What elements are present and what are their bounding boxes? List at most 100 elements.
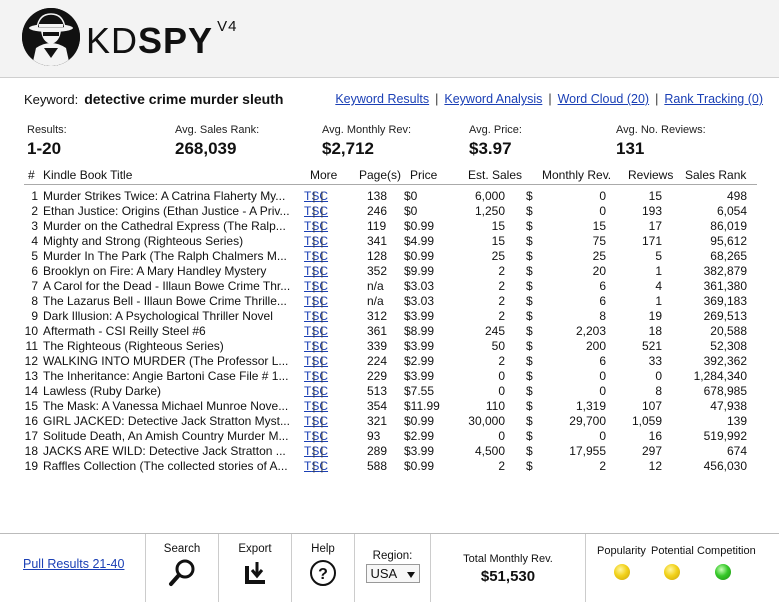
price: $3.99 [404, 309, 435, 323]
pull-results-link[interactable]: Pull Results 21-40 [23, 557, 124, 571]
col-num[interactable]: # [28, 168, 35, 182]
table-row: 1 Murder Strikes Twice: A Catrina Flahert… [24, 189, 757, 204]
book-title[interactable]: Mighty and Strong (Righteous Series) [43, 234, 296, 249]
table-row: 6 Brooklyn on Fire: A Mary Handley Myster… [24, 264, 757, 279]
sales-rank: 47,938 [710, 399, 747, 413]
est-sales: 6,000 [474, 189, 505, 203]
sales-rank: 52,308 [710, 339, 747, 353]
col-monthly-rev[interactable]: Monthly Rev. [542, 168, 611, 182]
book-title[interactable]: Murder Strikes Twice: A Catrina Flaherty… [43, 189, 296, 204]
more-links: T | S | C [304, 219, 329, 233]
table-row: 9 Dark Illusion: A Psychological Thriller… [24, 309, 757, 324]
book-title[interactable]: Dark Illusion: A Psychological Thriller … [43, 309, 296, 324]
col-sales-rank[interactable]: Sales Rank [685, 168, 746, 182]
help-button[interactable]: Help ? [292, 534, 355, 602]
sales-rank: 95,612 [710, 234, 747, 248]
region-select[interactable]: USA [365, 564, 420, 583]
book-title[interactable]: WALKING INTO MURDER (The Professor L... [43, 354, 296, 369]
row-number: 2 [31, 204, 38, 218]
est-sales: 2 [498, 459, 505, 473]
col-title[interactable]: Kindle Book Title [43, 168, 132, 182]
monthly-rev: 2,203 [575, 324, 606, 338]
book-title[interactable]: Brooklyn on Fire: A Mary Handley Mystery [43, 264, 296, 279]
est-sales: 50 [491, 339, 505, 353]
link-keyword-results[interactable]: Keyword Results [335, 92, 429, 106]
row-number: 12 [24, 354, 38, 368]
more-links: T | S | C [304, 369, 329, 383]
book-title[interactable]: Raffles Collection (The collected storie… [43, 459, 296, 474]
page-count: 93 [367, 429, 381, 443]
keyword-line: Keyword: detective crime murder sleuth [24, 91, 283, 107]
table-row: 7 A Carol for the Dead - Illaun Bowe Crim… [24, 279, 757, 294]
review-count: 16 [648, 429, 662, 443]
more-links: T | S | C [304, 294, 329, 308]
table-row: 5 Murder In The Park (The Ralph Chalmers … [24, 249, 757, 264]
book-title[interactable]: The Lazarus Bell - Illaun Bowe Crime Thr… [43, 294, 296, 309]
review-count: 17 [648, 219, 662, 233]
page-count: 224 [367, 354, 388, 368]
col-est-sales[interactable]: Est. Sales [468, 168, 522, 182]
book-title[interactable]: JACKS ARE WILD: Detective Jack Stratton … [43, 444, 296, 459]
row-number: 13 [24, 369, 38, 383]
currency-symbol: $ [526, 204, 533, 218]
book-title[interactable]: Ethan Justice: Origins (Ethan Justice - … [43, 204, 296, 219]
book-title[interactable]: Solitude Death, An Amish Country Murder … [43, 429, 296, 444]
link-keyword-analysis[interactable]: Keyword Analysis [444, 92, 542, 106]
row-number: 16 [24, 414, 38, 428]
row-number: 3 [31, 219, 38, 233]
currency-symbol: $ [526, 339, 533, 353]
col-pages[interactable]: Page(s) [359, 168, 401, 182]
table-row: 12 WALKING INTO MURDER (The Professor L..… [24, 354, 757, 369]
book-title[interactable]: GIRL JACKED: Detective Jack Stratton Mys… [43, 414, 296, 429]
page-count: 361 [367, 324, 388, 338]
book-title[interactable]: The Inheritance: Angie Bartoni Case File… [43, 369, 296, 384]
book-title[interactable]: The Mask: A Vanessa Michael Munroe Nove.… [43, 399, 296, 414]
monthly-rev: 2 [599, 459, 606, 473]
book-title[interactable]: The Righteous (Righteous Series) [43, 339, 296, 354]
brand-name: KDSPY V4 [86, 18, 238, 61]
currency-symbol: $ [526, 294, 533, 308]
stat-avg-price: Avg. Price: $3.97 [469, 124, 522, 158]
spy-logo-icon [22, 8, 80, 66]
table-row: 3 Murder on the Cathedral Express (The Ra… [24, 219, 757, 234]
price: $7.55 [404, 384, 435, 398]
review-count: 193 [641, 204, 662, 218]
book-title[interactable]: Aftermath - CSI Reilly Steel #6 [43, 324, 296, 339]
monthly-rev: 25 [592, 249, 606, 263]
table-row: 14 Lawless (Ruby Darke) T | S | C 513 $7.55 0 $0 8 6… [24, 384, 757, 399]
review-count: 12 [648, 459, 662, 473]
region-label: Region: [372, 550, 413, 562]
monthly-rev: 200 [585, 339, 606, 353]
more-links: T | S | C [304, 189, 329, 203]
currency-symbol: $ [526, 189, 533, 203]
region-value: USA [370, 566, 398, 581]
link-word-cloud[interactable]: Word Cloud (20) [558, 92, 649, 106]
book-title[interactable]: A Carol for the Dead - Illaun Bowe Crime… [43, 279, 296, 294]
monthly-rev: 6 [599, 354, 606, 368]
review-count: 18 [648, 324, 662, 338]
price: $0.99 [404, 219, 435, 233]
sales-rank: 6,054 [716, 204, 747, 218]
top-nav-links: Keyword Results | Keyword Analysis | Word Cl… [335, 92, 763, 106]
review-count: 33 [648, 354, 662, 368]
col-reviews[interactable]: Reviews [628, 168, 673, 182]
link-rank-tracking[interactable]: Rank Tracking (0) [664, 92, 763, 106]
more-links: T | S | C [304, 354, 329, 368]
page-count: 341 [367, 234, 388, 248]
page-count: n/a [367, 279, 384, 293]
more-links: T | S | C [304, 249, 329, 263]
keyword-label: Keyword: [24, 92, 79, 107]
book-title[interactable]: Lawless (Ruby Darke) [43, 384, 296, 399]
more-links: T | S | C [304, 444, 329, 458]
search-button[interactable]: Search [146, 534, 219, 602]
est-sales: 0 [498, 384, 505, 398]
book-title[interactable]: Murder on the Cathedral Express (The Ral… [43, 219, 296, 234]
monthly-rev: 8 [599, 309, 606, 323]
price: $0.99 [404, 414, 435, 428]
review-count: 297 [641, 444, 662, 458]
book-title[interactable]: Murder In The Park (The Ralph Chalmers M… [43, 249, 296, 264]
row-number: 4 [31, 234, 38, 248]
review-count: 1 [655, 294, 662, 308]
export-button[interactable]: Export [219, 534, 292, 602]
col-price[interactable]: Price [410, 168, 437, 182]
